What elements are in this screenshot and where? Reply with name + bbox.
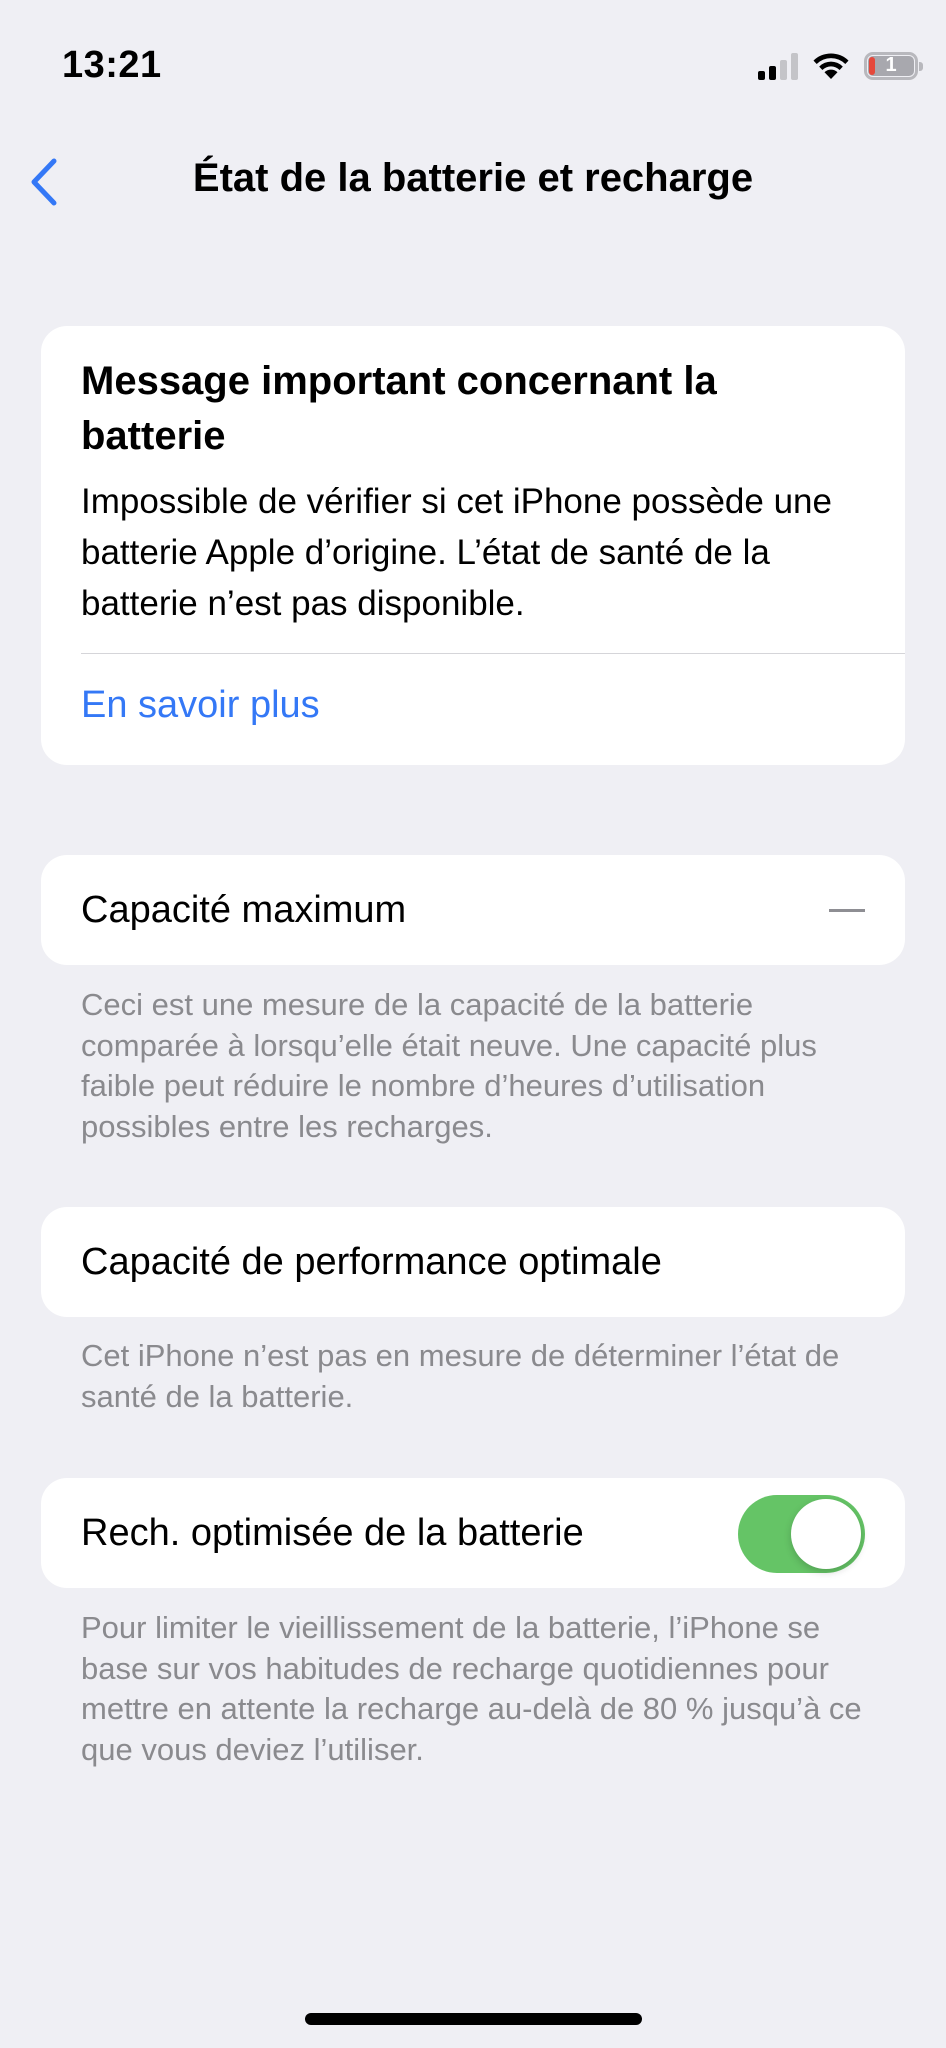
alert-title: Message important concernant la batterie [81, 359, 717, 458]
max-capacity-value [829, 909, 865, 912]
alert-body: Impossible de vérifier si cet iPhone pos… [81, 482, 832, 623]
divider [81, 653, 905, 654]
optimized-charging-footnote: Pour limiter le vieillissement de la bat… [81, 1610, 862, 1767]
page-title: État de la batterie et recharge [192, 156, 754, 200]
back-button[interactable] [14, 152, 74, 212]
battery-level-text: 1 [885, 54, 897, 76]
optimized-charging-label: Rech. optimisée de la batterie [81, 1511, 584, 1554]
max-capacity-footnote: Ceci est une mesure de la capacité de la… [81, 987, 817, 1144]
peak-performance-row: Capacité de performance optimale [41, 1207, 905, 1317]
status-time: 13:21 [62, 44, 162, 86]
learn-more-link[interactable]: En savoir plus [81, 684, 320, 727]
navigation-bar: État de la batterie et recharge [0, 130, 946, 230]
optimized-charging-row: Rech. optimisée de la batterie [41, 1478, 905, 1588]
battery-icon: 1 [864, 52, 923, 80]
cellular-signal-icon [758, 52, 798, 80]
status-bar: 13:21 1 [0, 0, 946, 130]
optimized-charging-toggle[interactable] [738, 1495, 865, 1573]
battery-alert-card: Message important concernant la batterie… [41, 326, 905, 765]
peak-performance-footnote: Cet iPhone n’est pas en mesure de déterm… [81, 1338, 840, 1414]
peak-performance-label: Capacité de performance optimale [81, 1240, 662, 1283]
home-indicator[interactable] [305, 2013, 642, 2025]
status-icons: 1 [758, 52, 923, 80]
max-capacity-label: Capacité maximum [81, 888, 407, 931]
wifi-icon [813, 53, 849, 79]
toggle-knob [791, 1499, 861, 1569]
chevron-left-icon [31, 158, 57, 206]
max-capacity-row: Capacité maximum [41, 855, 905, 965]
